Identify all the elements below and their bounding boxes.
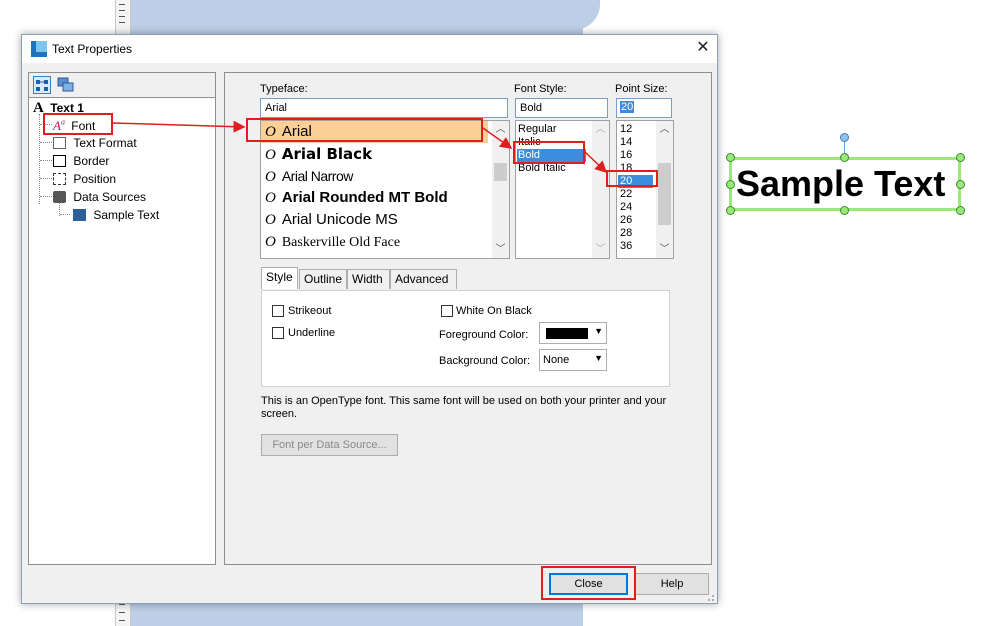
annotation-arrows	[112, 120, 608, 174]
arrow-typeface-to-style	[482, 127, 513, 149]
tab-style[interactable]: Style	[261, 267, 298, 289]
arrow-style-to-size	[584, 151, 608, 174]
arrow-font-to-typeface	[112, 120, 246, 133]
